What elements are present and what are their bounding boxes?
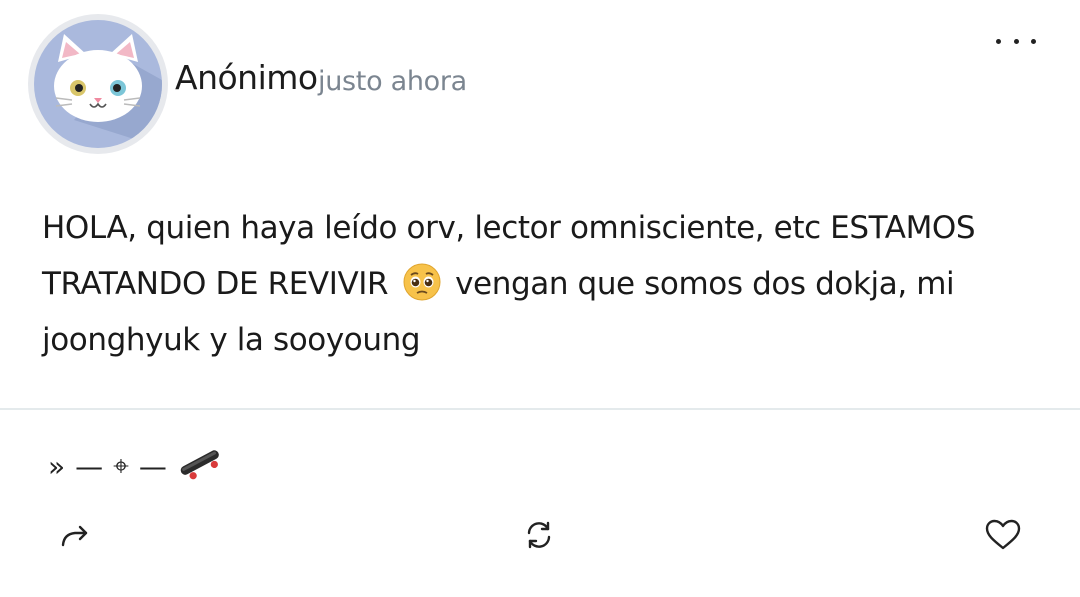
cat-avatar-icon	[34, 20, 162, 148]
crosshair-icon: ⌖	[113, 449, 129, 482]
author-name[interactable]: Anónimo	[175, 58, 318, 97]
divider	[0, 408, 1080, 410]
skateboard-icon	[177, 446, 223, 487]
post-body: HOLA, quien haya leído orv, lector omnis…	[42, 200, 1002, 368]
repost-icon[interactable]	[519, 515, 559, 555]
dash-separator: —	[138, 449, 167, 483]
signature-decoration: » — ⌖ —	[48, 448, 223, 484]
post-timestamp: justo ahora	[318, 66, 467, 97]
post-header: Anónimo justo ahora	[0, 0, 1080, 160]
share-arrow-icon[interactable]	[55, 515, 95, 555]
heart-icon[interactable]	[983, 515, 1023, 555]
more-options-icon[interactable]	[996, 26, 1036, 56]
pleading-face-emoji	[402, 262, 442, 302]
double-chevron-icon: »	[48, 449, 66, 483]
dash-separator: —	[75, 449, 104, 483]
post-actions	[0, 515, 1080, 560]
avatar[interactable]	[28, 14, 168, 154]
